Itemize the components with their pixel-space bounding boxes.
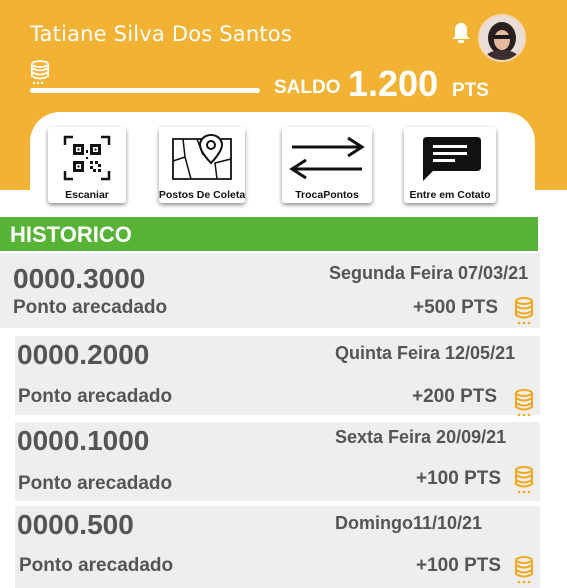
map-pin-icon xyxy=(172,133,232,180)
history-code: 0000.1000 xyxy=(17,425,150,456)
contact-button[interactable]: Entre em Cotato xyxy=(404,127,496,203)
history-date: Sexta Feira 20/09/21 xyxy=(335,427,507,447)
history-date: Segunda Feira 07/03/21 xyxy=(329,263,529,283)
history-row[interactable]: 0000.1000 Sexta Feira 20/09/21 Ponto are… xyxy=(15,422,540,501)
coins-icon xyxy=(515,389,533,417)
history-code: 0000.500 xyxy=(17,509,134,540)
history-row[interactable]: 0000.500 Domingo11/10/21 Ponto arecadado… xyxy=(15,506,540,588)
coins-icon xyxy=(515,466,533,494)
history-code: 0000.2000 xyxy=(17,339,150,370)
coins-icon xyxy=(515,556,533,584)
contact-button-label: Entre em Cotato xyxy=(409,189,491,201)
coins-icon xyxy=(515,297,533,325)
trade-points-button[interactable]: TrocaPontos xyxy=(282,127,372,203)
history-title: HISTORICO xyxy=(0,217,538,251)
coins-icon xyxy=(31,60,49,85)
exchange-arrows-icon xyxy=(289,136,365,180)
balance-unit: PTS xyxy=(452,80,489,101)
history-code: 0000.3000 xyxy=(13,263,146,294)
history-description: Ponto arecadado xyxy=(18,386,173,407)
collection-points-button[interactable]: Postos De Coleta xyxy=(159,127,245,203)
history-description: Ponto arecadado xyxy=(19,555,174,576)
history-points: +100 PTS xyxy=(416,555,502,576)
history-row[interactable]: 0000.3000 Segunda Feira 07/03/21 Ponto a… xyxy=(0,253,540,328)
collection-points-button-label: Postos De Coleta xyxy=(158,189,246,201)
trade-points-button-label: TrocaPontos xyxy=(295,189,359,201)
user-name: Tatiane Silva Dos Santos xyxy=(30,22,292,46)
balance-label: SALDO xyxy=(274,77,341,98)
avatar[interactable] xyxy=(478,14,526,62)
history-row[interactable]: 0000.2000 Quinta Feira 12/05/21 Ponto ar… xyxy=(15,336,540,415)
history-points: +100 PTS xyxy=(416,468,502,489)
history-description: Ponto arecadado xyxy=(13,297,168,318)
history-points: +500 PTS xyxy=(413,297,499,318)
balance-value: 1.200 xyxy=(348,63,439,104)
history-points: +200 PTS xyxy=(412,386,498,407)
bell-icon[interactable] xyxy=(451,22,471,44)
history-date: Quinta Feira 12/05/21 xyxy=(335,343,516,363)
scan-button[interactable]: Escaniar xyxy=(48,127,126,203)
scan-button-label: Escaniar xyxy=(65,189,109,201)
history-date: Domingo11/10/21 xyxy=(335,513,483,533)
chat-message-icon xyxy=(423,137,481,181)
history-description: Ponto arecadado xyxy=(18,473,173,494)
qr-code-icon xyxy=(63,135,111,181)
balance-progress-bar xyxy=(30,88,260,93)
